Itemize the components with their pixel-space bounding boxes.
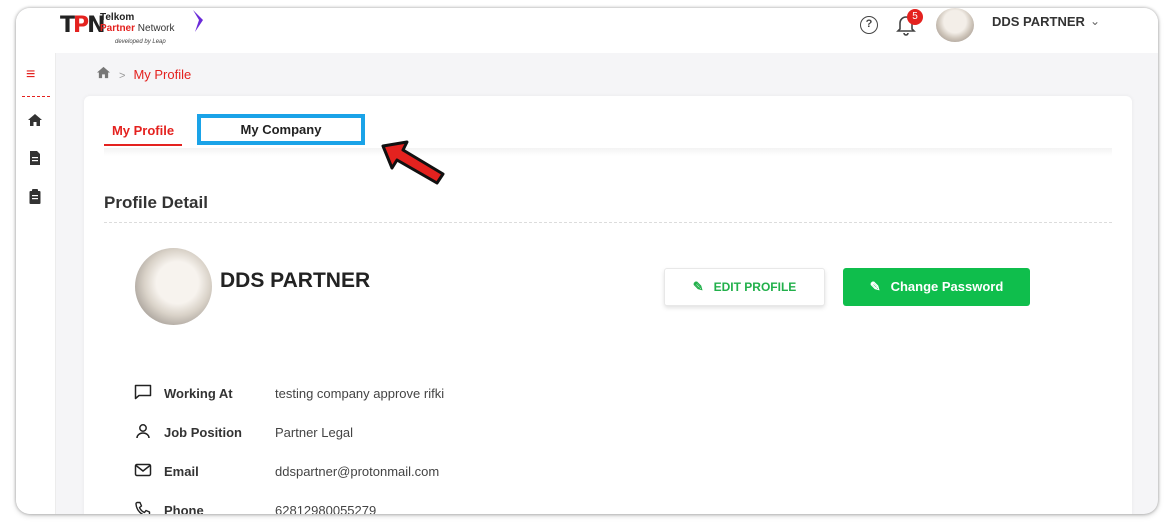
hamburger-icon[interactable]: ≡ [26, 66, 35, 84]
profile-avatar [135, 248, 212, 325]
annotation-arrow-icon [381, 140, 445, 185]
info-label: Phone [164, 503, 204, 514]
section-title: Profile Detail [104, 193, 208, 212]
edit-icon: ✎ [869, 279, 881, 294]
mail-icon [134, 462, 154, 481]
phone-icon [134, 501, 154, 514]
profile-name: DDS PARTNER [220, 269, 371, 292]
tabs-divider [104, 148, 1112, 156]
logo-text-partner-network: Partner Network [100, 23, 175, 34]
logo-mark: TPN [60, 13, 106, 38]
info-label: Job Position [164, 425, 242, 440]
sidebar-divider [22, 96, 50, 97]
user-icon [134, 423, 154, 442]
logo-swoosh-icon [193, 10, 203, 32]
profile-card: My Profile My Company Profile Detail DDS… [84, 96, 1132, 514]
user-name[interactable]: DDS PARTNER [992, 14, 1085, 29]
telkom-partner-network-logo[interactable]: TPN Telkom Partner Network developed by … [60, 10, 210, 50]
info-value: Partner Legal [275, 425, 354, 440]
top-bar: TPN Telkom Partner Network developed by … [16, 8, 1158, 53]
section-divider [104, 222, 1112, 223]
help-icon[interactable]: ? [860, 16, 878, 34]
logo-text-telkom: Telkom [100, 12, 135, 23]
breadcrumb-current: My Profile [133, 67, 192, 82]
sidebar: ≡ [16, 53, 56, 514]
info-value: 62812980055279 [275, 503, 377, 514]
info-value: ddspartner@protonmail.com [275, 464, 440, 479]
tab-my-profile[interactable]: My Profile [104, 120, 182, 146]
home-icon[interactable] [26, 113, 44, 130]
edit-icon: ✎ [692, 279, 704, 294]
app-window: TPN Telkom Partner Network developed by … [16, 8, 1158, 514]
home-icon[interactable] [96, 66, 111, 82]
avatar[interactable] [936, 8, 974, 42]
info-label: Email [164, 464, 199, 479]
edit-profile-button[interactable]: ✎ EDIT PROFILE [664, 268, 825, 306]
chevron-down-icon[interactable]: ⌄ [1090, 14, 1100, 28]
document-icon[interactable] [26, 151, 44, 168]
message-icon [134, 384, 154, 403]
chevron-right-icon: > [119, 70, 126, 82]
info-label: Working At [164, 386, 233, 401]
breadcrumb: > My Profile [96, 66, 191, 82]
tab-my-company[interactable]: My Company [197, 114, 365, 145]
info-value: testing company approve rifki [275, 386, 445, 401]
logo-text-developed-by: developed by Leap [115, 39, 166, 45]
clipboard-icon[interactable] [26, 189, 44, 207]
change-password-button[interactable]: ✎ Change Password [843, 268, 1030, 306]
notification-badge: 5 [907, 9, 923, 25]
